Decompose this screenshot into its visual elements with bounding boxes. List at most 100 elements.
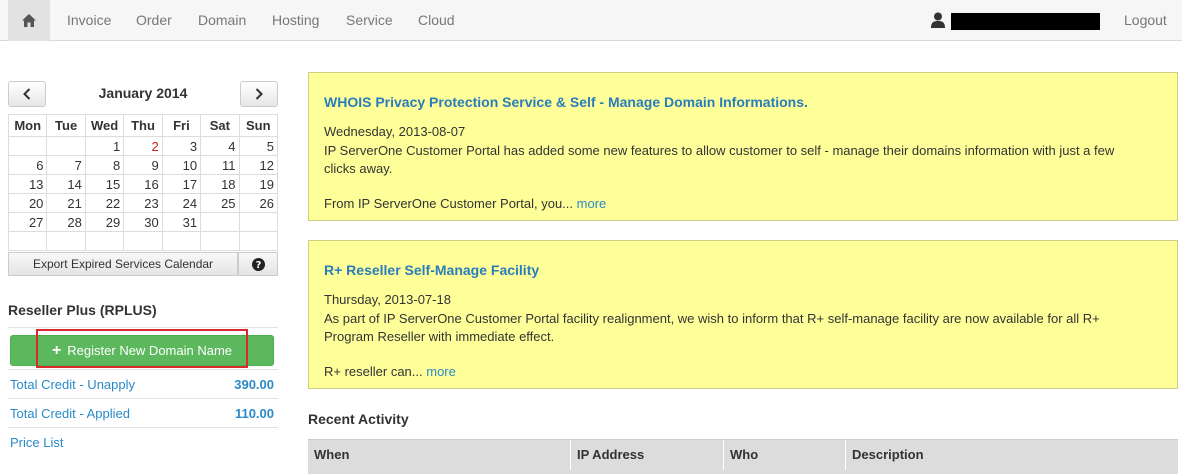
calendar-day-cell[interactable]: 20 [7,193,48,213]
calendar-day-cell[interactable]: 1 [84,136,125,156]
weekday-header: Wed [84,114,125,137]
calendar-day-cell[interactable]: 25 [200,193,240,213]
calendar-day-cell[interactable]: 10 [161,155,202,175]
announcement-excerpt: R+ reseller can... more [324,364,456,379]
calendar-week-row: 20 21 22 23 24 25 26 [7,193,279,213]
home-icon [22,14,36,27]
calendar-day-cell[interactable]: 19 [238,174,279,194]
calendar-week-row: 12345 [7,136,279,156]
calendar-day-cell[interactable]: 2 [123,136,163,156]
username-redacted[interactable] [951,13,1100,30]
calendar-body: 1 2 3 4 5 6 7 8 9 10 11 12 13 14 15 16 17 18 19 20 21 22 23 24 2… [7,136,279,251]
calendar-day-cell[interactable]: 17 [161,174,202,194]
calendar-day-cell[interactable]: 27 [7,212,48,232]
calendar-day-cell[interactable]: 28 [46,212,86,232]
calendar-day-cell[interactable]: 23 [123,193,163,213]
calendar-day-cell[interactable]: 12 [238,155,279,175]
weekday-header: Mon [7,114,48,137]
calendar-week-row: 27 28 29 30 31 [7,212,279,232]
calendar-day-cell[interactable]: 3 [161,136,202,156]
divider [8,369,278,370]
column-header-ip-address[interactable]: IP Address [570,440,723,470]
recent-activity-title: Recent Activity [308,411,409,427]
calendar-day-cell[interactable]: 18 [200,174,240,194]
calendar-week-row [7,231,279,251]
divider [8,427,278,428]
home-button[interactable] [8,0,50,41]
calendar-day-cell[interactable]: 30 [123,212,163,232]
calendar-day-cell [123,231,163,251]
chevron-left-icon [23,88,31,100]
calendar-day-cell[interactable]: 11 [200,155,240,175]
weekday-header: Sun [238,114,279,137]
nav-hosting[interactable]: Hosting [272,0,319,41]
divider [8,398,278,399]
export-calendar-button[interactable]: Export Expired Services Calendar [8,252,238,276]
calendar-day-cell[interactable]: 5 [238,136,279,156]
calendar-day-cell[interactable]: 9 [123,155,163,175]
announcement-more-link[interactable]: more [426,364,456,379]
calendar-day-cell[interactable]: 14 [46,174,86,194]
calendar-day-cell [7,231,48,251]
calendar-weekday-row: Mon Tue Wed Thu Fri Sat Sun [7,114,279,137]
calendar-day-cell[interactable]: 4 [200,136,240,156]
column-header-description[interactable]: Description [845,440,1178,470]
question-circle-icon: ? [251,257,265,271]
announcement-body: IP ServerOne Customer Portal has added s… [324,143,1115,176]
column-header-who[interactable]: Who [723,440,845,470]
weekday-header: Tue [46,114,86,137]
announcement-card: WHOIS Privacy Protection Service & Self … [308,72,1178,221]
announcement-title[interactable]: R+ Reseller Self-Manage Facility [324,262,539,278]
calendar-help-button[interactable]: ? [238,252,278,276]
calendar-day-cell[interactable]: 29 [84,212,125,232]
announcement-title[interactable]: WHOIS Privacy Protection Service & Self … [324,94,808,110]
calendar-prev-button[interactable] [8,81,46,107]
calendar-next-button[interactable] [240,81,278,107]
price-list-link[interactable]: Price List [10,435,63,450]
nav-order[interactable]: Order [136,0,172,41]
calendar-day-cell[interactable]: 6 [7,155,48,175]
nav-cloud[interactable]: Cloud [418,0,455,41]
logout-link[interactable]: Logout [1124,0,1167,41]
calendar-day-cell[interactable]: 16 [123,174,163,194]
credit-applied-link[interactable]: Total Credit - Applied [10,406,130,421]
calendar-day-cell[interactable]: 13 [7,174,48,194]
weekday-header: Sat [200,114,240,137]
credit-applied-value: 110.00 [234,406,274,421]
calendar-day-cell[interactable]: 31 [161,212,202,232]
calendar-week-row: 6 7 8 9 10 11 12 [7,155,279,175]
calendar-day-cell[interactable]: 26 [238,193,279,213]
calendar-day-cell [46,136,86,156]
calendar-day-cell [84,231,125,251]
column-header-when[interactable]: When [308,440,570,470]
calendar-day-cell [200,212,240,232]
top-navbar: Invoice Order Domain Hosting Service Clo… [0,0,1182,41]
calendar-day-cell[interactable]: 8 [84,155,125,175]
calendar-day-cell[interactable]: 21 [46,193,86,213]
credit-unapply-value: 390.00 [234,377,274,392]
announcement-date: Wednesday, 2013-08-07 [324,124,466,139]
recent-activity-table-header: When IP Address Who Description [308,439,1178,474]
calendar-day-cell[interactable]: 7 [46,155,86,175]
calendar-day-cell [46,231,86,251]
nav-invoice[interactable]: Invoice [67,0,111,41]
calendar-day-cell [200,231,240,251]
calendar-day-cell[interactable]: 22 [84,193,125,213]
calendar-grid: Mon Tue Wed Thu Fri Sat Sun 1 2 3 4 5 6 7 8 9 10 11 12 13 1… [7,114,279,251]
credit-unapply-link[interactable]: Total Credit - Unapply [10,377,135,392]
calendar-day-cell [7,136,48,156]
calendar-day-cell[interactable]: 24 [161,193,202,213]
announcement-date: Thursday, 2013-07-18 [324,292,451,307]
announcement-more-link[interactable]: more [577,196,607,211]
svg-text:?: ? [255,260,261,271]
weekday-header: Fri [161,114,202,137]
nav-service[interactable]: Service [346,0,393,41]
announcement-excerpt-text: From IP ServerOne Customer Portal, you..… [324,196,574,211]
calendar-day-cell[interactable]: 15 [84,174,125,194]
chevron-right-icon [255,88,263,100]
calendar-day-cell [238,212,279,232]
nav-domain[interactable]: Domain [198,0,246,41]
highlight-annotation-box [36,329,248,368]
calendar-week-row: 13 14 15 16 17 18 19 [7,174,279,194]
announcement-card: R+ Reseller Self-Manage Facility Thursda… [308,240,1178,389]
